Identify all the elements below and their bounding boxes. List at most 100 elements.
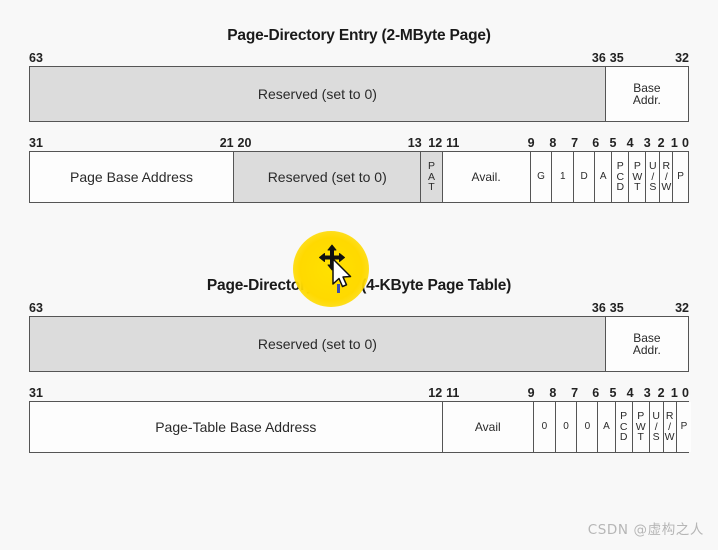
bit-number: 5	[609, 386, 617, 400]
bit-number: 13	[407, 136, 422, 150]
bit-number: 3	[643, 386, 651, 400]
bitfield-bar: Reserved (set to 0) Base Addr.	[29, 66, 689, 122]
bit-number: 12	[428, 136, 443, 150]
diagram-rows: 63 36 35 32 Reserved (set to 0) Base Addr. 31 21…	[0, 51, 718, 203]
bitfield-cell-label: U / S	[649, 160, 657, 194]
bitfield-cell: Reserved (set to 0)	[30, 67, 606, 121]
bitfield-cell: D	[574, 152, 596, 202]
bit-number: 11	[446, 386, 460, 400]
bit-number: 63	[29, 51, 43, 65]
bitfield-cell: 0	[555, 402, 578, 452]
bit-number: 21	[219, 136, 234, 150]
bit-number-ruler: 63 36 35 32	[29, 51, 689, 66]
bitfield-cell-label: Reserved (set to 0)	[257, 335, 377, 352]
bit-number: 6	[592, 136, 600, 150]
diagram-page: Page-Directory Entry (2-MByte Page) 63 36…	[0, 0, 718, 550]
bitfield-cell-label: 1	[559, 170, 566, 182]
bitfield-cell-label: Base Addr.	[632, 81, 661, 107]
bitfield-cell: Avail.	[442, 152, 531, 202]
bitfield-cell: 0	[534, 402, 556, 452]
bitfield-cell: Reserved (set to 0)	[233, 152, 422, 202]
bit-number: 7	[571, 136, 579, 150]
bitfield-row: 31 12 11 9 8 7 6 5 4 3 2 1 0 Page-Table Base Address A…	[29, 386, 692, 453]
bitfield-cell: U / S	[646, 152, 661, 202]
bitfield-cell-label: Avail	[474, 419, 501, 434]
bitfield-cell-label: A	[599, 170, 607, 182]
bitfield-cell-label: PCD	[619, 410, 628, 444]
bit-number: 8	[549, 136, 557, 150]
bit-number: 31	[29, 386, 43, 400]
bit-number: 35	[609, 51, 624, 65]
bitfield-row: 63 36 35 32 Reserved (set to 0) Base Addr.	[29, 51, 689, 122]
bitfield-cell-label: P	[680, 420, 688, 432]
bitfield-cell-label: A	[603, 420, 610, 432]
bitfield-cell-label: Reserved (set to 0)	[267, 168, 387, 185]
bitfield-cell: PWT	[629, 152, 647, 202]
bitfield-cell-label: Page-Table Base Address	[155, 418, 317, 435]
bitfield-cell: P	[676, 402, 692, 452]
bitfield-cell: PCD	[612, 152, 630, 202]
bit-number: 1	[670, 136, 678, 150]
bit-number: 4	[626, 386, 634, 400]
bit-number-ruler: 63 36 35 32	[29, 301, 689, 316]
diagram-title: Page-Directory Entry (4-KByte Page Table…	[206, 277, 512, 294]
bitfield-cell: R / W	[663, 402, 677, 452]
bit-number: 2	[657, 386, 665, 400]
bit-number: 7	[571, 386, 579, 400]
bitfield-row: 31 21 20 13 12 11 9 8 7 6 5 4 3 2 1 0 Page Base Address R…	[29, 136, 689, 203]
bitfield-cell-label: PWT	[635, 410, 646, 444]
bit-number: 31	[29, 136, 43, 150]
bitfield-cell-label: Page Base Address	[69, 168, 193, 185]
bitfield-cell-label: U / S	[652, 410, 660, 444]
bit-number: 9	[527, 386, 535, 400]
bit-number: 36	[591, 51, 606, 65]
bitfield-cell: 1	[552, 152, 575, 202]
diagram-page-directory-entry-2mbyte: Page-Directory Entry (2-MByte Page) 63 36…	[0, 26, 718, 203]
bit-number: 12	[428, 386, 443, 400]
bit-number: 0	[682, 136, 689, 150]
diagram-title: Page-Directory Entry (2-MByte Page)	[227, 27, 491, 44]
bitfield-cell: 0	[577, 402, 599, 452]
bitfield-cell-label: D	[580, 170, 588, 182]
bit-number: 32	[675, 301, 689, 315]
bit-number-ruler: 31 12 11 9 8 7 6 5 4 3 2 1 0	[29, 386, 689, 401]
bitfield-cell-label: Reserved (set to 0)	[257, 85, 377, 102]
bitfield-cell-label: P	[677, 170, 684, 182]
bit-number: 36	[591, 301, 606, 315]
bitfield-cell: Base Addr.	[605, 317, 688, 371]
bitfield-bar: Page-Table Base Address Avail 0 0 0 A P C D P W T U /…	[29, 401, 692, 453]
bitfield-cell: P	[673, 152, 688, 202]
bitfield-cell: PWT	[632, 402, 650, 452]
csdn-watermark: CSDN @虚构之人	[587, 522, 704, 538]
bitfield-bar: Page Base Address Reserved (set to 0) P A T A…	[29, 151, 689, 203]
bit-number: 35	[609, 301, 624, 315]
bitfield-cell: U / S	[649, 402, 664, 452]
bitfield-cell: A	[595, 152, 613, 202]
bitfield-cell: A	[598, 402, 616, 452]
bitfield-cell-label: G	[537, 170, 545, 182]
bit-number: 5	[609, 136, 617, 150]
bit-number: 20	[237, 136, 252, 150]
bitfield-cell: R / W	[660, 152, 674, 202]
bit-number: 2	[657, 136, 665, 150]
bitfield-cell-label: Base Addr.	[632, 331, 661, 357]
bitfield-cell-label: PCD	[616, 160, 625, 194]
bit-number: 11	[446, 136, 460, 150]
bitfield-cell: Page-Table Base Address	[30, 402, 443, 452]
bitfield-cell-label: 0	[584, 420, 591, 432]
bitfield-cell: Avail	[442, 402, 535, 452]
bit-number: 0	[682, 386, 689, 400]
bitfield-cell-label: R / W	[661, 160, 672, 194]
bit-number: 3	[643, 136, 651, 150]
bit-number: 63	[29, 301, 43, 315]
bitfield-cell: Base Addr.	[605, 67, 688, 121]
bitfield-cell-label: PAT	[428, 160, 436, 194]
diagram-page-directory-entry-4kbyte-page-table: Page-Directory Entry (4-KByte Page Table…	[0, 276, 718, 453]
bitfield-cell-label: PWT	[632, 160, 643, 194]
bit-number: 9	[527, 136, 535, 150]
bit-number: 4	[626, 136, 634, 150]
bitfield-cell-label: Avail.	[471, 169, 501, 184]
bit-number: 6	[592, 386, 600, 400]
bitfield-row: 63 36 35 32 Reserved (set to 0) Base Addr.	[29, 301, 689, 372]
bit-number: 1	[670, 386, 678, 400]
